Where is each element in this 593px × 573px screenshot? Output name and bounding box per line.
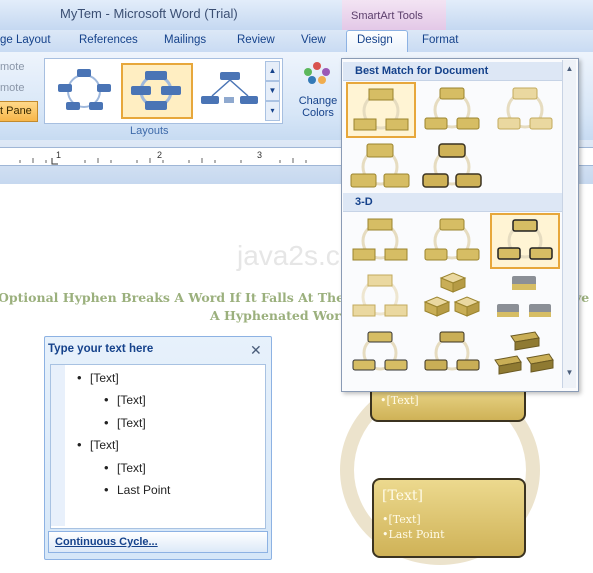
style-thumb[interactable] <box>346 269 414 323</box>
tab-page-layout[interactable]: ge Layout <box>0 34 51 46</box>
layout-basic-cycle[interactable] <box>49 63 119 117</box>
smartart-tools-header: SmartArt Tools <box>342 0 446 30</box>
node-bottom-title: [Text] <box>382 488 423 504</box>
style-3d-cartoon-icon <box>497 219 553 260</box>
tab-format[interactable]: Format <box>422 34 458 46</box>
style-thumb[interactable] <box>418 82 486 136</box>
window-title: MyTem - Microsoft Word (Trial) <box>60 6 238 21</box>
style-polished-icon <box>424 87 480 130</box>
ruler-mark-1: 1 <box>56 150 62 160</box>
style-thumb[interactable] <box>490 269 558 323</box>
text-pane-item[interactable]: [Text] <box>104 460 146 475</box>
continuous-cycle-icon <box>131 71 181 110</box>
section-3d: 3-D <box>343 193 564 212</box>
text-pane-gutter <box>51 365 65 526</box>
style-thumb[interactable] <box>418 213 486 267</box>
style-3d-bird-icon <box>424 331 480 371</box>
style-thumb[interactable] <box>490 213 560 269</box>
style-3d-polished-icon <box>352 218 408 261</box>
style-thumb[interactable] <box>346 82 416 138</box>
ruler-mark-3: 3 <box>257 150 263 160</box>
style-thumb[interactable] <box>346 325 414 379</box>
layout-info-link[interactable]: Continuous Cycle... <box>55 536 158 548</box>
text-pane-item[interactable]: [Text] <box>77 370 119 385</box>
gallery-scrollbar[interactable]: ▲ ▼ <box>562 60 576 388</box>
style-3d-powder-icon <box>352 274 408 317</box>
text-pane-item[interactable]: [Text] <box>104 392 146 407</box>
layouts-gallery: ▲ ▼ ▾ <box>44 58 283 124</box>
document-line-2[interactable]: A Hyphenated Word <box>210 308 350 323</box>
section-best-match: Best Match for Document <box>343 62 564 81</box>
tab-view[interactable]: View <box>301 34 326 46</box>
gallery-more[interactable]: ▾ <box>265 101 280 121</box>
style-3d-block-icon <box>494 331 554 375</box>
basic-cycle-icon <box>58 69 111 110</box>
tab-design[interactable]: Design <box>357 34 393 46</box>
document-line-1[interactable]: Optional Hyphen Breaks A Word If It Fall… <box>0 290 391 305</box>
demote-button[interactable]: mote <box>0 82 24 94</box>
gallery-scroll-down[interactable]: ▼ <box>265 81 280 101</box>
ruler-mark-2: 2 <box>157 150 163 160</box>
scroll-down-icon[interactable]: ▼ <box>563 368 576 377</box>
hierarchy-icon <box>201 72 258 104</box>
style-thumb[interactable] <box>490 325 558 379</box>
section-best-match-label: Best Match for Document <box>355 65 489 77</box>
scroll-up-icon[interactable]: ▲ <box>563 64 576 73</box>
layout-continuous-cycle[interactable] <box>121 63 193 119</box>
style-thumb[interactable] <box>418 139 486 193</box>
text-pane-item[interactable]: [Text] <box>77 437 119 452</box>
style-3d-brick-icon <box>423 272 481 317</box>
smartart-node-bottom[interactable]: [Text] •[Text] •Last Point <box>372 478 526 558</box>
tab-mailings[interactable]: Mailings <box>164 34 206 46</box>
style-intense-icon <box>422 143 482 188</box>
create-graphic-group: mote mote <box>0 55 40 135</box>
text-pane-footer: Continuous Cycle... <box>48 531 268 553</box>
style-3d-metallic-icon <box>352 331 408 371</box>
node-top-bullet: •[Text] <box>380 394 419 407</box>
palette-icon <box>304 62 330 84</box>
text-pane-button[interactable]: t Pane <box>0 101 38 122</box>
style-moderate-icon <box>350 143 410 188</box>
text-pane-item[interactable]: [Text] <box>104 415 146 430</box>
text-pane-item[interactable]: Last Point <box>104 482 170 497</box>
node-bottom-line-1: •[Text] <box>382 513 421 526</box>
close-icon[interactable]: ✕ <box>250 342 262 359</box>
style-simple-icon <box>353 88 409 131</box>
change-colors-label: Change Colors <box>298 95 338 119</box>
text-pane-editor[interactable] <box>50 364 266 529</box>
tab-references[interactable]: References <box>79 34 138 46</box>
layouts-group-label: Layouts <box>130 125 169 137</box>
text-pane-title: Type your text here <box>48 343 154 355</box>
section-3d-label: 3-D <box>355 196 373 208</box>
style-3d-sunset-icon <box>497 276 551 317</box>
node-bottom-line-2: •Last Point <box>382 528 445 541</box>
style-thumb[interactable] <box>346 139 414 193</box>
style-thumb[interactable] <box>346 213 414 267</box>
tab-review[interactable]: Review <box>237 34 275 46</box>
layout-hierarchy[interactable] <box>195 63 265 117</box>
style-3d-inset-icon <box>424 218 480 261</box>
layouts-dropdown-gallery: Best Match for Document 3-D <box>341 58 579 392</box>
promote-button[interactable]: mote <box>0 61 24 73</box>
smartart-tools-label: SmartArt Tools <box>351 10 423 22</box>
style-thumb[interactable] <box>418 269 486 323</box>
style-thumb[interactable] <box>491 82 559 136</box>
gallery-scroll-up[interactable]: ▲ <box>265 61 280 81</box>
style-light-icon <box>497 87 553 130</box>
style-thumb[interactable] <box>418 325 486 379</box>
